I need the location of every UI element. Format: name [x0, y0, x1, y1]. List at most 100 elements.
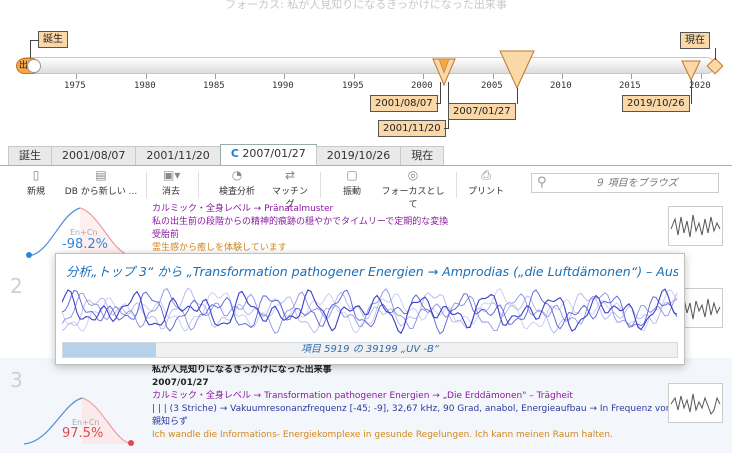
new-button-label: 新規 [26, 187, 45, 197]
year-label: 2010 [550, 81, 572, 91]
camera-icon: ▣▾ [163, 168, 181, 182]
year-tick [215, 74, 216, 79]
year-tick [562, 74, 563, 79]
year-tick [146, 74, 147, 79]
tab-2019-10-26[interactable]: 2019/10/26 [315, 146, 402, 165]
row-line: カルミック・全身レベル → Pränatalmuster [152, 204, 334, 214]
vibrate-button[interactable]: ▢ 振動 [338, 168, 366, 202]
year-tick [76, 74, 77, 79]
marker-label-2007-01-27[interactable]: 2007/01/27 [448, 103, 516, 120]
tab-2001-08-07[interactable]: 2001/08/07 [51, 146, 137, 165]
from-db-button[interactable]: ▤ DB から新しい ... [64, 168, 138, 202]
year-tick [354, 74, 355, 79]
timeline-panel: フォーカス: 私が人見知りになるきっかけになった出来事 出 1975 1980 … [0, 0, 732, 145]
year-label: 2020 [689, 81, 711, 91]
tab-now[interactable]: 現在 [400, 146, 445, 165]
waveform-icon [670, 393, 721, 416]
year-tick [631, 74, 632, 79]
row-date: 2007/01/27 [152, 378, 209, 388]
dialog-title: 分析„トップ 3“ から „Transformation pathogener … [66, 264, 678, 279]
year-tick [284, 74, 285, 79]
row-line: 私の出生前の段階からの精神的痕跡の穏やかでタイムリーで定期的な変換 [152, 217, 449, 227]
analysis-button[interactable]: ◔ 検査分析 [212, 168, 262, 202]
toolbar: ▯ 新規 ▤ DB から新しい ... ▣▾ 消去 ◔ 検査分析 ⇄ マッチング… [0, 166, 732, 210]
waveform-thumbnail[interactable] [668, 383, 723, 423]
connector [440, 82, 441, 104]
progress-bar: 項目 5919 の 39199 „UV -B“ [62, 342, 678, 358]
new-button[interactable]: ▯ 新規 [22, 168, 50, 202]
tab-2007-01-27[interactable]: C 2007/01/27 [219, 144, 317, 165]
row-number: 2 [10, 274, 23, 298]
as-focus-button[interactable]: ◎ フォーカスとして [380, 168, 446, 210]
year-label: 1975 [64, 81, 86, 91]
analysis-progress-dialog: 分析„トップ 3“ から „Transformation pathogener … [55, 253, 685, 365]
print-button[interactable]: ⎙ プリント [464, 168, 508, 202]
connector [517, 88, 518, 104]
year-label: 1980 [134, 81, 156, 91]
waveform-icon [670, 214, 721, 238]
tab-birth[interactable]: 誕生 [8, 146, 52, 165]
row-text: カルミック・全身レベル → Pränatalmuster 私の出生前の段階からの… [152, 203, 448, 255]
result-row[interactable]: En+Cn -98.2% カルミック・全身レベル → Pränatalmuste… [0, 204, 732, 258]
analysis-button-label: 検査分析 [218, 187, 255, 197]
progress-text: 項目 5919 の 39199 „UV -B“ [300, 344, 440, 355]
row-line: Ich wandle die Informations- Energiekomp… [152, 430, 613, 440]
toolbar-separator [320, 172, 321, 198]
timeline-caption: フォーカス: 私が人見知りになるきっかけになった出来事 [225, 0, 507, 11]
from-db-button-label: DB から新しい ... [64, 187, 138, 197]
year-label: 1985 [203, 81, 225, 91]
year-label: 1990 [272, 81, 294, 91]
row-text: 私が人見知りになるきっかけになった出来事 2007/01/27 カルミック・全身… [152, 364, 671, 442]
erase-button-label: 消去 [161, 187, 180, 197]
row-title: 私が人見知りになるきっかけになった出来事 [152, 365, 332, 375]
printer-icon: ⎙ [481, 168, 491, 182]
document-icon: ▯ [32, 168, 40, 182]
search-input[interactable] [556, 175, 716, 191]
year-label: 1995 [342, 81, 364, 91]
tab-label: 2007/01/27 [242, 147, 306, 160]
marker-label-now[interactable]: 現在 [680, 32, 710, 49]
gauge-label: En+Cn [70, 228, 98, 237]
vibration-icon: ▢ [346, 168, 358, 182]
database-icon: ▤ [95, 168, 107, 182]
date-tabs: 誕生 2001/08/07 2001/11/20 C 2007/01/27 20… [8, 144, 445, 165]
connector [30, 40, 39, 41]
waveform-trace [62, 289, 678, 335]
matching-button[interactable]: ⇄ マッチング [268, 168, 312, 210]
focus-icon: ◎ [407, 168, 419, 182]
connector [30, 40, 31, 58]
event-marker-2007[interactable] [498, 50, 536, 90]
marker-label-2019-10-26[interactable]: 2019/10/26 [622, 95, 690, 112]
refresh-icon: C [230, 147, 239, 160]
marker-label-2001-11-20[interactable]: 2001/11/20 [378, 120, 446, 137]
frequency-waveform [62, 287, 678, 335]
event-marker-2019[interactable] [680, 60, 702, 82]
year-tick [423, 74, 424, 79]
marker-label-2001-08-07[interactable]: 2001/08/07 [370, 95, 438, 112]
row-line: 親知らず [152, 417, 188, 427]
event-marker-2001[interactable] [430, 57, 460, 87]
search-box[interactable]: ⚲ [531, 173, 719, 193]
row-line: カルミック・全身レベル → Transformation pathogener … [152, 391, 573, 401]
timeline-start-ring [27, 59, 41, 73]
toolbar-separator [146, 172, 147, 198]
gauge-value: 97.5% [62, 426, 104, 441]
vibrate-button-label: 振動 [342, 187, 361, 197]
tab-2001-11-20[interactable]: 2001/11/20 [135, 146, 221, 165]
erase-button[interactable]: ▣▾ 消去 [156, 168, 186, 202]
row-line: | | | (3 Striche) → Vakuumresonanzfreque… [152, 404, 672, 414]
row-line: 受胎前 [152, 230, 180, 240]
connector [715, 48, 716, 60]
year-tick [493, 74, 494, 79]
waveform-thumbnail[interactable] [668, 206, 723, 246]
timeline-bar[interactable] [18, 57, 715, 74]
search-icon: ⚲ [537, 175, 547, 190]
toolbar-separator [198, 172, 199, 198]
analysis-icon: ◔ [231, 168, 243, 182]
matching-icon: ⇄ [284, 168, 296, 182]
marker-label-birth[interactable]: 誕生 [38, 31, 68, 48]
print-button-label: プリント [467, 187, 504, 197]
result-row[interactable]: 3 En+Cn 97.5% 私が人見知りになるきっかけになった出来事 2007/… [0, 358, 732, 453]
row-number: 3 [10, 368, 23, 392]
year-label: 2015 [619, 81, 641, 91]
